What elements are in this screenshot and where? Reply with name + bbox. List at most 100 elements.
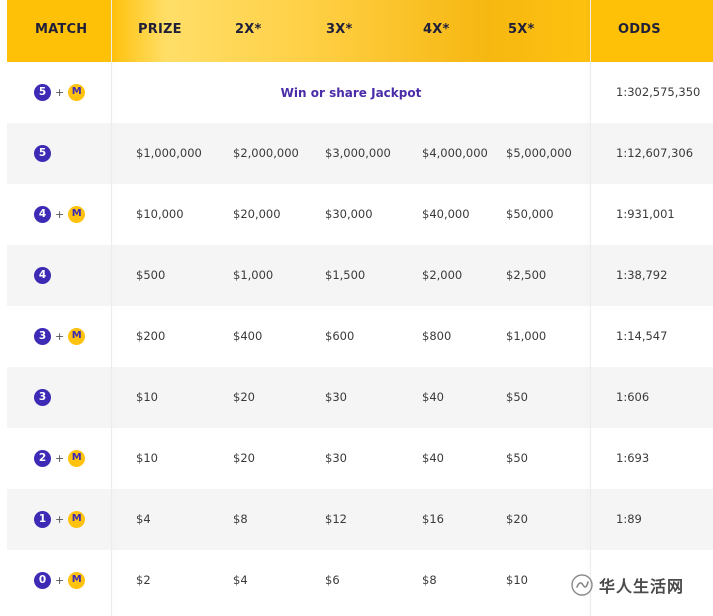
- x2-cell: $20: [233, 451, 255, 465]
- table-row: 3 + M $200 $400 $600 $800 $1,000 1:14,547: [7, 306, 713, 367]
- x5-cell: $5,000,000: [506, 146, 572, 160]
- x4-cell: $8: [422, 573, 437, 587]
- prize-cell: $10: [136, 451, 158, 465]
- header-prize: PRIZE: [138, 22, 182, 37]
- x3-cell: $3,000,000: [325, 146, 391, 160]
- white-ball-count: 1: [34, 510, 51, 528]
- prize-cell: $200: [136, 329, 166, 343]
- prize-cell: $1,000,000: [136, 146, 202, 160]
- odds-cell: 1:38,792: [616, 268, 668, 282]
- prize-cell: $2: [136, 573, 151, 587]
- match-combo: 4 + M: [34, 205, 86, 223]
- match-combo: 5 + M: [34, 83, 86, 101]
- match-combo: 4: [34, 266, 51, 284]
- jackpot-label: Win or share Jackpot: [280, 86, 422, 100]
- header-5x: 5X*: [508, 22, 535, 37]
- wechat-official-account-icon: [571, 574, 593, 596]
- white-ball-count: 3: [34, 327, 51, 345]
- white-ball-count: 0: [34, 571, 51, 589]
- table-row: 5 $1,000,000 $2,000,000 $3,000,000 $4,000,00…: [7, 123, 713, 184]
- x4-cell: $40: [422, 451, 444, 465]
- x5-cell: $1,000: [506, 329, 547, 343]
- table-row: 2 + M $10 $20 $30 $40 $50 1:693: [7, 428, 713, 489]
- plus-sign: +: [55, 207, 65, 221]
- odds-cell: 1:14,547: [616, 329, 668, 343]
- plus-sign: +: [55, 451, 65, 465]
- x5-cell: $10: [506, 573, 528, 587]
- x2-cell: $2,000,000: [233, 146, 299, 160]
- mega-ball: M: [68, 510, 86, 528]
- x3-cell: $6: [325, 573, 340, 587]
- x3-cell: $30,000: [325, 207, 373, 221]
- prize-table: MATCH PRIZE 2X* 3X* 4X* 5X* ODDS 5 + M Win …: [7, 0, 713, 616]
- x3-cell: $1,500: [325, 268, 366, 282]
- x5-cell: $50,000: [506, 207, 554, 221]
- table-row: 5 + M Win or share Jackpot 1:302,575,350: [7, 62, 713, 123]
- header-odds: ODDS: [618, 22, 661, 37]
- prize-cell: $4: [136, 512, 151, 526]
- mega-ball: M: [68, 83, 86, 101]
- odds-cell: 1:89: [616, 512, 642, 526]
- x2-cell: $1,000: [233, 268, 274, 282]
- odds-cell: 1:12,607,306: [616, 146, 694, 160]
- white-ball-count: 4: [34, 266, 51, 284]
- mega-ball: M: [68, 571, 86, 589]
- white-ball-count: 4: [34, 205, 51, 223]
- x2-cell: $8: [233, 512, 248, 526]
- x4-cell: $40,000: [422, 207, 470, 221]
- table-row: 1 + M $4 $8 $12 $16 $20 1:89: [7, 489, 713, 550]
- x2-cell: $400: [233, 329, 263, 343]
- odds-cell: 1:693: [616, 451, 650, 465]
- odds-cell: 1:302,575,350: [616, 85, 701, 99]
- watermark: 华人生活网: [571, 572, 684, 598]
- match-combo: 3: [34, 388, 51, 406]
- mega-ball: M: [68, 205, 86, 223]
- x5-cell: $50: [506, 451, 528, 465]
- x3-cell: $600: [325, 329, 355, 343]
- x4-cell: $16: [422, 512, 444, 526]
- odds-cell: 1:931,001: [616, 207, 675, 221]
- x5-cell: $50: [506, 390, 528, 404]
- table-header: MATCH PRIZE 2X* 3X* 4X* 5X* ODDS: [7, 0, 713, 62]
- table-row: 3 $10 $20 $30 $40 $50 1:606: [7, 367, 713, 428]
- white-ball-count: 2: [34, 449, 51, 467]
- header-match: MATCH: [35, 22, 88, 37]
- x2-cell: $20,000: [233, 207, 281, 221]
- odds-cell: 1:606: [616, 390, 650, 404]
- x4-cell: $40: [422, 390, 444, 404]
- header-4x: 4X*: [423, 22, 450, 37]
- watermark-text: 华人生活网: [599, 577, 685, 596]
- column-divider-left: [111, 0, 112, 616]
- column-divider-right: [590, 0, 591, 616]
- match-combo: 0 + M: [34, 571, 86, 589]
- prize-cell: $500: [136, 268, 166, 282]
- x2-cell: $20: [233, 390, 255, 404]
- prize-cell: $10: [136, 390, 158, 404]
- header-3x: 3X*: [326, 22, 353, 37]
- header-2x: 2X*: [235, 22, 262, 37]
- x4-cell: $4,000,000: [422, 146, 488, 160]
- white-ball-count: 3: [34, 388, 51, 406]
- white-ball-count: 5: [34, 144, 51, 162]
- prize-cell: $10,000: [136, 207, 184, 221]
- x3-cell: $30: [325, 390, 347, 404]
- x5-cell: $20: [506, 512, 528, 526]
- x3-cell: $12: [325, 512, 347, 526]
- plus-sign: +: [55, 85, 65, 99]
- table-row: 4 + M $10,000 $20,000 $30,000 $40,000 $50,000 1:…: [7, 184, 713, 245]
- plus-sign: +: [55, 573, 65, 587]
- x2-cell: $4: [233, 573, 248, 587]
- match-combo: 2 + M: [34, 449, 86, 467]
- match-combo: 1 + M: [34, 510, 86, 528]
- x3-cell: $30: [325, 451, 347, 465]
- x4-cell: $2,000: [422, 268, 463, 282]
- table-row: 4 $500 $1,000 $1,500 $2,000 $2,500 1:38,792: [7, 245, 713, 306]
- plus-sign: +: [55, 512, 65, 526]
- white-ball-count: 5: [34, 83, 51, 101]
- plus-sign: +: [55, 329, 65, 343]
- mega-ball: M: [68, 327, 86, 345]
- match-combo: 3 + M: [34, 327, 86, 345]
- x5-cell: $2,500: [506, 268, 547, 282]
- x4-cell: $800: [422, 329, 452, 343]
- match-combo: 5: [34, 144, 51, 162]
